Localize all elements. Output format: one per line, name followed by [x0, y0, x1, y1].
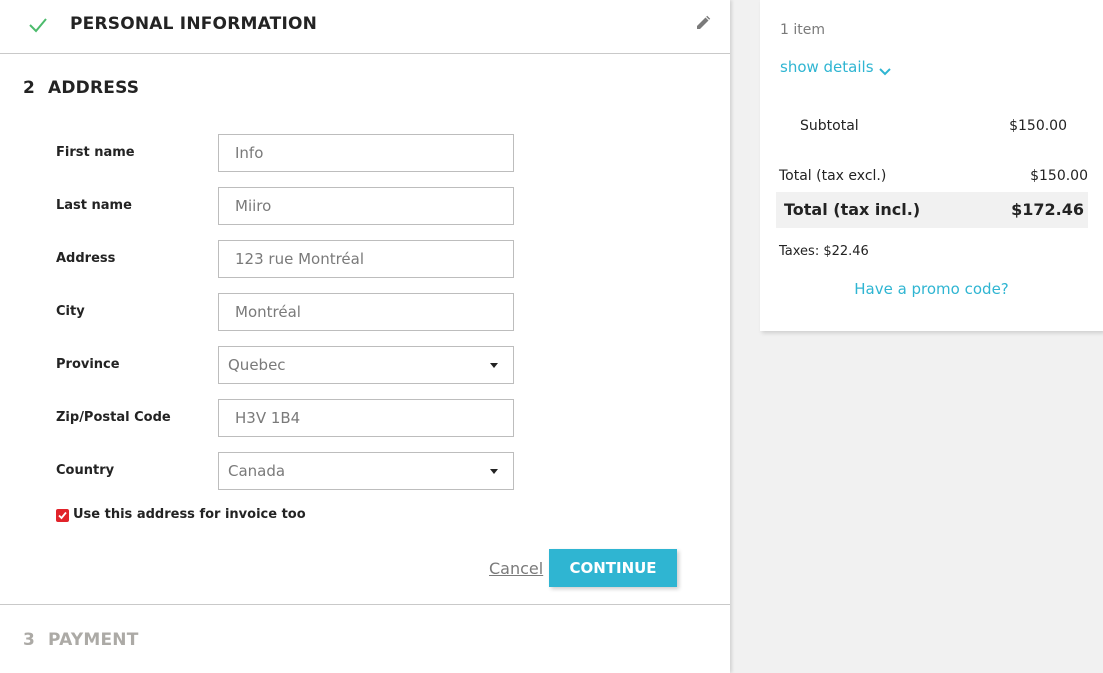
invoice-checkbox-label[interactable]: Use this address for invoice too: [73, 507, 306, 522]
items-count: 1 item: [780, 22, 825, 38]
last-name-input[interactable]: Miiro: [218, 187, 514, 225]
subtotal-label: Subtotal: [800, 118, 859, 134]
check-icon: [28, 15, 48, 35]
step-address: 2 Address First name Info Last name Miir…: [0, 54, 730, 605]
step-number: 2: [23, 78, 35, 98]
caret-down-icon: [490, 363, 498, 368]
total-excl-label: Total (tax excl.): [779, 168, 887, 184]
taxes-text: Taxes: $22.46: [779, 244, 869, 259]
step-number: 3: [23, 630, 35, 650]
province-label: Province: [56, 357, 120, 372]
first-name-label: First name: [56, 145, 135, 160]
checkout-steps: Personal Information 2 Address First nam…: [0, 0, 730, 673]
step-title: Personal Information: [70, 14, 318, 34]
cancel-link[interactable]: Cancel: [489, 559, 543, 578]
cart-summary: 1 item show details Subtotal $150.00 Tot…: [760, 0, 1103, 331]
invoice-checkbox[interactable]: [56, 509, 69, 522]
checkout-page: Personal Information 2 Address First nam…: [0, 0, 1103, 673]
show-details-link[interactable]: show details: [780, 58, 874, 76]
pencil-edit-icon[interactable]: [695, 15, 711, 31]
step-payment: 3 Payment: [0, 604, 730, 673]
zip-label: Zip/Postal Code: [56, 410, 171, 425]
city-label: City: [56, 304, 85, 319]
province-selected-value: Quebec: [228, 356, 286, 374]
last-name-label: Last name: [56, 198, 132, 213]
country-label: Country: [56, 463, 115, 478]
address-input[interactable]: 123 rue Montréal: [218, 240, 514, 278]
zip-input[interactable]: H3V 1B4: [218, 399, 514, 437]
first-name-input[interactable]: Info: [218, 134, 514, 172]
total-incl-value: $172.46: [1011, 200, 1084, 219]
step-title: Address: [48, 78, 140, 98]
caret-down-icon: [490, 469, 498, 474]
total-incl-label: Total (tax incl.): [784, 200, 921, 219]
province-select[interactable]: Quebec: [218, 346, 514, 384]
country-selected-value: Canada: [228, 462, 286, 480]
step-title: Payment: [48, 630, 139, 650]
step-personal-information[interactable]: Personal Information: [0, 0, 730, 54]
continue-button[interactable]: Continue: [549, 549, 677, 587]
chevron-down-icon[interactable]: [878, 62, 892, 76]
subtotal-value: $150.00: [1009, 118, 1067, 134]
total-excl-value: $150.00: [1030, 168, 1088, 184]
country-select[interactable]: Canada: [218, 452, 514, 490]
address-label: Address: [56, 251, 116, 266]
total-incl-row: Total (tax incl.) $172.46: [776, 192, 1088, 228]
promo-code-link[interactable]: Have a promo code?: [760, 280, 1103, 298]
city-input[interactable]: Montréal: [218, 293, 514, 331]
